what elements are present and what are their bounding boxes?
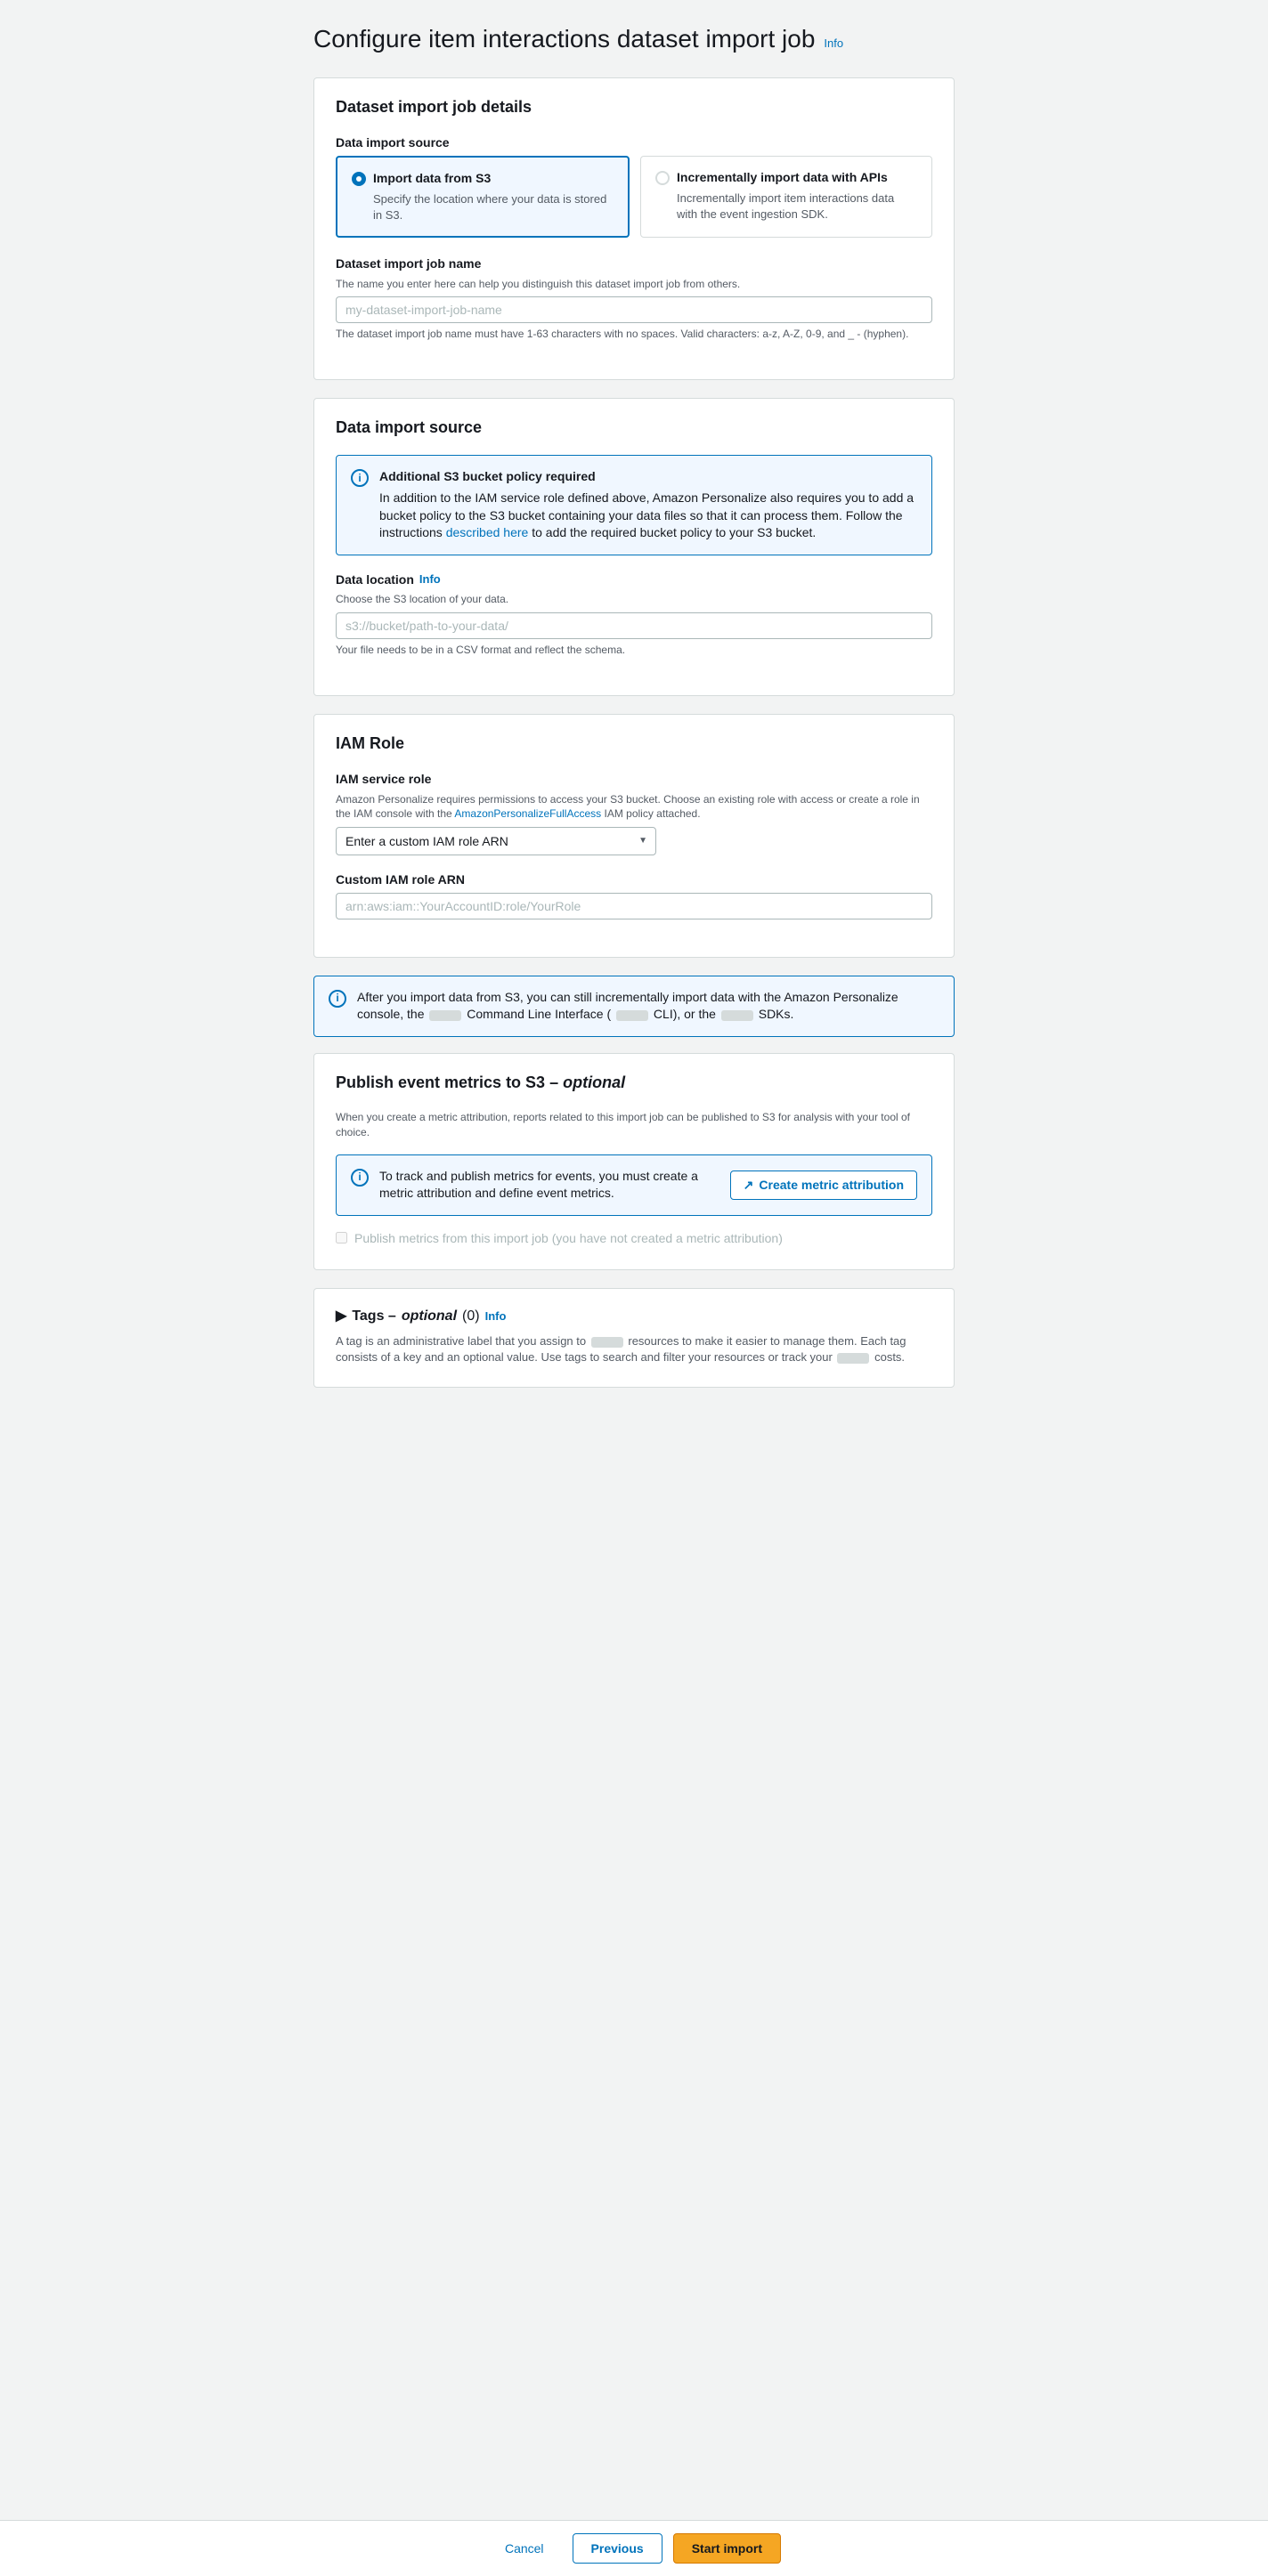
metric-attribution-box: i To track and publish metrics for event… (336, 1154, 932, 1216)
iam-service-role-field: IAM service role Amazon Personalize requ… (336, 771, 932, 855)
incremental-text4: SDKs. (759, 1007, 794, 1021)
data-location-input[interactable] (336, 612, 932, 639)
info-box-content: Additional S3 bucket policy required In … (379, 468, 917, 541)
previous-button[interactable]: Previous (573, 2533, 662, 2564)
info-box-body-after: to add the required bucket policy to you… (532, 525, 816, 539)
tags-redact-2 (837, 1353, 869, 1364)
publish-metrics-title-prefix: Publish event metrics to S3 – (336, 1073, 558, 1091)
iam-full-access-link[interactable]: AmazonPersonalizeFullAccess (454, 807, 601, 820)
external-link-icon: ↗ (744, 1178, 754, 1193)
tags-header: ▶ Tags – optional (0) Info (336, 1307, 932, 1326)
info-box-icon: i (351, 469, 369, 487)
tags-hint1: A tag is an administrative label that yo… (336, 1334, 586, 1348)
data-import-source-field: Data import source Import data from S3 S… (336, 134, 932, 238)
iam-service-role-hint: Amazon Personalize requires permissions … (336, 792, 932, 822)
publish-metrics-checkbox-label: Publish metrics from this import job (yo… (354, 1230, 783, 1248)
info-box-title: Additional S3 bucket policy required (379, 468, 917, 486)
start-import-button[interactable]: Start import (673, 2533, 781, 2564)
iam-role-card: IAM Role IAM service role Amazon Persona… (313, 714, 955, 958)
tags-card: ▶ Tags – optional (0) Info A tag is an a… (313, 1288, 955, 1389)
incremental-text2: Command Line Interface ( (467, 1007, 611, 1021)
radio-s3-desc: Specify the location where your data is … (373, 191, 614, 223)
data-location-info-link[interactable]: Info (419, 571, 441, 587)
tags-label-italic: optional (402, 1307, 457, 1326)
tags-label-prefix: Tags – (352, 1307, 396, 1326)
section-title-import-source: Data import source (336, 417, 932, 439)
iam-role-select-wrapper: Enter a custom IAM role ARN Create a new… (336, 827, 656, 855)
described-here-link[interactable]: described here (446, 525, 529, 539)
radio-option-s3[interactable]: Import data from S3 Specify the location… (336, 156, 630, 238)
radio-option-api[interactable]: Incrementally import data with APIs Incr… (640, 156, 932, 238)
data-location-field: Data location Info Choose the S3 locatio… (336, 571, 932, 658)
section-title-iam-role: IAM Role (336, 733, 932, 755)
iam-role-select[interactable]: Enter a custom IAM role ARN Create a new… (336, 827, 656, 855)
data-import-source-label: Data import source (336, 134, 932, 152)
page-title-info-link[interactable]: Info (824, 36, 843, 52)
section-title-publish-metrics: Publish event metrics to S3 – optional (336, 1072, 932, 1094)
publish-metrics-title-italic: optional (563, 1073, 625, 1091)
tags-info-link[interactable]: Info (485, 1308, 507, 1324)
data-location-hint: Choose the S3 location of your data. (336, 592, 932, 607)
publish-metrics-checkbox[interactable] (336, 1232, 347, 1243)
tags-count: (0) (462, 1307, 480, 1326)
job-name-hint-below: The dataset import job name must have 1-… (336, 327, 932, 342)
footer-bar: Cancel Previous Start import (0, 2520, 1268, 2576)
publish-metrics-hint: When you create a metric attribution, re… (336, 1110, 932, 1140)
radio-api-circle (655, 171, 670, 185)
publish-metrics-checkbox-row: Publish metrics from this import job (yo… (336, 1230, 932, 1248)
data-location-label: Data location (336, 571, 414, 589)
data-location-hint-below: Your file needs to be in a CSV format an… (336, 643, 932, 658)
incremental-info-content: After you import data from S3, you can s… (357, 989, 939, 1024)
job-name-field: Dataset import job name The name you ent… (336, 255, 932, 342)
tags-hint: A tag is an administrative label that yo… (336, 1333, 932, 1365)
metric-box-text: To track and publish metrics for events,… (379, 1168, 719, 1203)
metric-box-icon: i (351, 1169, 369, 1187)
tags-redact-1 (591, 1337, 623, 1348)
tags-toggle-icon[interactable]: ▶ (336, 1307, 346, 1326)
radio-s3-label: Import data from S3 (373, 170, 491, 188)
iam-service-role-label: IAM service role (336, 771, 932, 789)
radio-options-row: Import data from S3 Specify the location… (336, 156, 932, 238)
tags-hint3: costs. (874, 1350, 905, 1364)
dataset-import-job-details-card: Dataset import job details Data import s… (313, 77, 955, 380)
custom-arn-input[interactable] (336, 893, 932, 919)
data-location-label-row: Data location Info (336, 571, 932, 589)
radio-api-label: Incrementally import data with APIs (677, 169, 888, 187)
cancel-button[interactable]: Cancel (487, 2534, 562, 2563)
page-title-row: Configure item interactions dataset impo… (313, 21, 955, 56)
redact-2 (616, 1010, 648, 1021)
incremental-info-icon: i (329, 990, 346, 1008)
incremental-info-box: i After you import data from S3, you can… (313, 976, 955, 1037)
job-name-hint: The name you enter here can help you dis… (336, 277, 932, 292)
publish-metrics-card: Publish event metrics to S3 – optional W… (313, 1053, 955, 1270)
job-name-input[interactable] (336, 296, 932, 323)
section-title-job-details: Dataset import job details (336, 96, 932, 118)
page-title: Configure item interactions dataset impo… (313, 21, 815, 56)
job-name-label: Dataset import job name (336, 255, 932, 273)
custom-arn-field: Custom IAM role ARN (336, 871, 932, 919)
create-metric-attribution-button[interactable]: ↗ Create metric attribution (730, 1171, 917, 1200)
data-import-source-card: Data import source i Additional S3 bucke… (313, 398, 955, 696)
redact-3 (721, 1010, 753, 1021)
custom-arn-label: Custom IAM role ARN (336, 871, 932, 889)
create-metric-btn-label: Create metric attribution (759, 1178, 904, 1192)
radio-api-desc: Incrementally import item interactions d… (677, 190, 917, 223)
redact-1 (429, 1010, 461, 1021)
radio-s3-circle (352, 172, 366, 186)
incremental-text3: CLI), or the (654, 1007, 716, 1021)
s3-policy-info-box: i Additional S3 bucket policy required I… (336, 455, 932, 555)
